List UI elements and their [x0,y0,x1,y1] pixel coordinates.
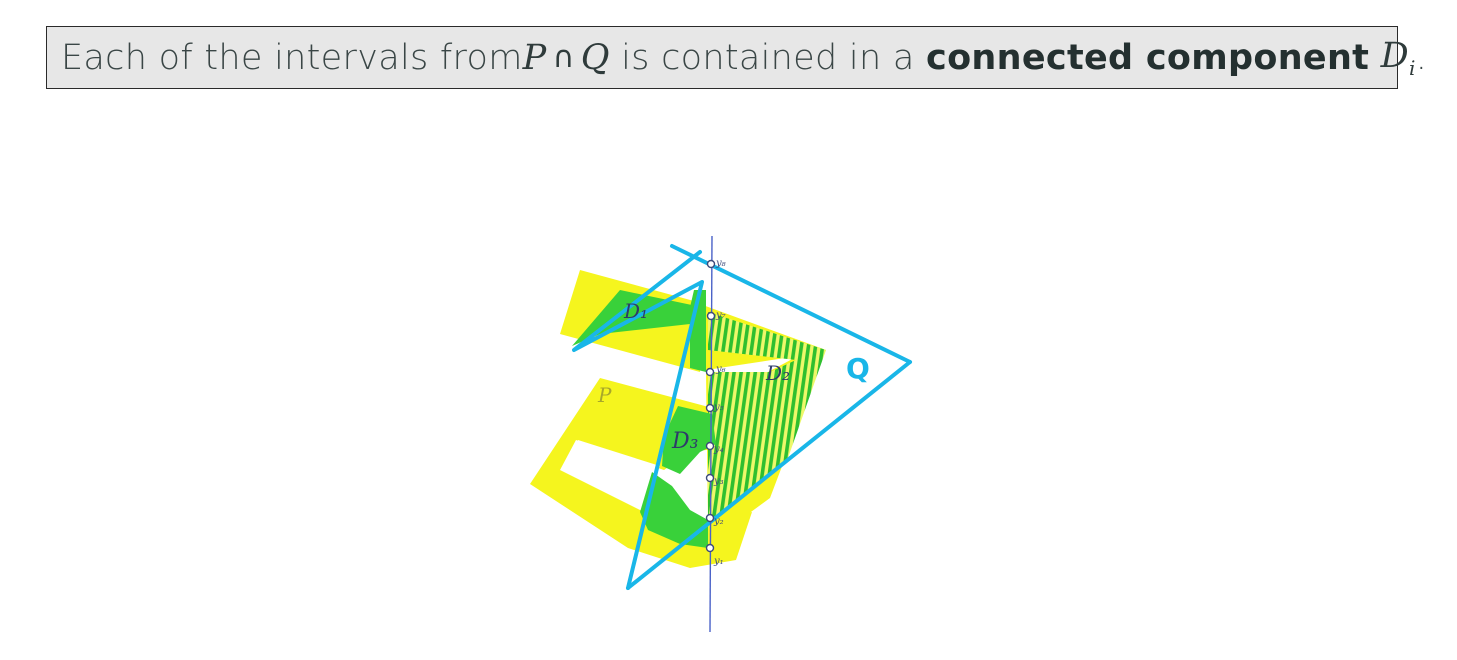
label-y4: y₄ [713,444,724,455]
label-y1: y₁ [713,556,724,567]
point-y4 [705,441,715,451]
point-y3 [705,473,715,483]
label-d3: D₃ [671,429,698,454]
label-q: Q [846,352,870,385]
slide: Each of the intervals from P ∩ Q is cont… [0,0,1457,660]
label-y2: y₂ [713,516,724,527]
label-y8: y₈ [715,258,726,269]
label-y5: y₅ [713,402,724,413]
sweep-line [709,235,713,633]
label-d1: D₁ [623,299,648,323]
label-p: P [597,383,612,407]
sketch-diagram: y₁ y₂ y₃ y₄ y₅ y₆ y₇ y₈ D₁ D₂ D₃ P Q [530,235,912,633]
point-y2 [705,513,715,523]
point-y6 [705,367,715,377]
label-y7: y₇ [715,310,726,321]
point-y5 [705,403,715,413]
label-y3: y₃ [713,476,724,487]
point-y1 [705,543,715,553]
label-y6: y₆ [715,364,726,375]
label-d2: D₂ [765,361,790,385]
point-y8 [706,259,716,269]
point-y7 [706,311,716,321]
